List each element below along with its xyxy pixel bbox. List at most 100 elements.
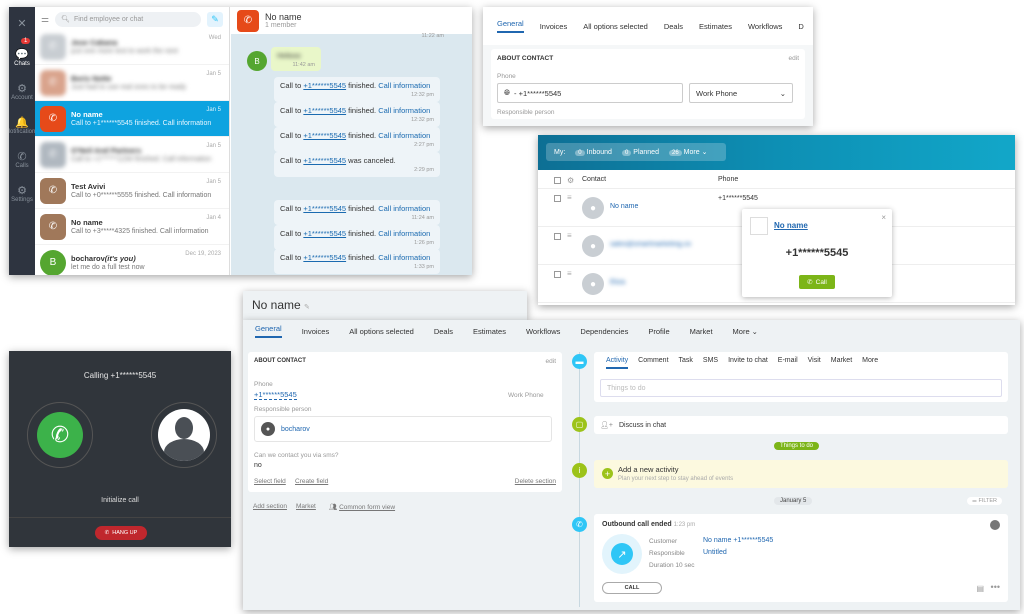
rail-item[interactable]: 💬 Chats [9,41,35,75]
tab-general[interactable]: General [255,324,282,338]
activity-tab-task[interactable]: Task [679,357,693,369]
tab-estimates[interactable]: Estimates [473,327,506,336]
popup-number: +1******5545 [785,247,849,259]
chat-list-item[interactable]: ✆ Test Avivi Call to +0******5555 finished… [35,173,229,209]
menu-icon[interactable]: ≡ [567,193,572,202]
popup-contact-name[interactable]: No name [774,221,808,230]
comment-icon[interactable]: ▤ [976,584,984,593]
menu-icon[interactable]: ≡ [567,269,572,278]
phone-number-link[interactable]: +1******5545 [303,131,346,140]
things-to-do-input[interactable]: Things to do [600,379,1002,397]
edit-icon[interactable]: ✎ [304,304,310,311]
tab-workflows[interactable]: Workflows [748,22,782,31]
call-information-link[interactable]: Call information [378,81,430,90]
tab-estimates[interactable]: Estimates [699,22,732,31]
tab-invoices[interactable]: Invoices [302,327,330,336]
hang-up-button[interactable]: ✆ HANG UP [95,526,147,540]
my-label: My: [554,148,566,156]
activity-tab-market[interactable]: Market [831,357,852,369]
tab-dependencies[interactable]: Dependencies [580,327,628,336]
filter-icon[interactable]: ⚌ [41,14,49,25]
call-information-link[interactable]: Call information [378,253,430,262]
call-button[interactable]: ✆ Call [799,275,835,289]
row-checkbox[interactable] [554,195,561,202]
call-information-link[interactable]: Call information [378,131,430,140]
filter-inbound[interactable]: 0 Inbound [575,149,612,156]
contact-phone[interactable]: +1******5545 [718,195,758,202]
phone-number-link[interactable]: +1******5545 [303,156,346,165]
contact-name[interactable]: Eliza [610,279,625,286]
chat-list-item[interactable]: ✆ No name Call to +3*****4325 finished. Ca… [35,209,229,245]
phone-type-select[interactable]: Work Phone ⌄ [689,83,793,103]
row-checkbox[interactable] [554,271,561,278]
menu-icon[interactable]: ≡ [567,231,572,240]
create-field-link[interactable]: Create field [295,478,328,485]
activity-tab-invite-to-chat[interactable]: Invite to chat [728,357,768,369]
delete-section-link[interactable]: Delete section [515,478,556,485]
tab-d[interactable]: D [798,22,803,31]
phone-value[interactable]: +1******5545 [254,390,297,400]
activity-tab-comment[interactable]: Comment [638,357,668,369]
tab-bar: General Invoices All options selected Deals… [483,7,813,45]
rail-item[interactable]: ⚙ Account [9,75,35,109]
phone-input[interactable]: 🌐︎ - +1******5545 [497,83,683,103]
phone-number-link[interactable]: +1******5545 [303,229,346,238]
activity-tab-visit[interactable]: Visit [808,357,821,369]
tab-more[interactable]: More [733,327,750,336]
chat-list-item[interactable]: ✆ Boris Notte Just had to use real ones to… [35,65,229,101]
rail-item[interactable]: ⚙ Settings [9,177,35,211]
tab-deals[interactable]: Deals [434,327,453,336]
edit-link[interactable]: edit [789,55,799,62]
close-icon[interactable]: × [881,213,886,222]
row-checkbox[interactable] [554,233,561,240]
call-information-link[interactable]: Call information [378,204,430,213]
rail-item[interactable]: 🔔Notifications [9,109,38,143]
phone-number-link[interactable]: +1******5545 [303,204,346,213]
discuss-in-chat[interactable]: 👤︎+ Discuss in chat [594,416,1008,434]
tab-all-options-selected[interactable]: All options selected [349,327,414,336]
activity-tab-activity[interactable]: Activity [606,357,629,369]
market-link[interactable]: Market [296,503,316,510]
phone-number-link[interactable]: +1******5545 [303,106,346,115]
tab-workflows[interactable]: Workflows [526,327,560,336]
select-field-link[interactable]: Select field [254,478,286,485]
more-icon[interactable]: ••• [991,582,1000,592]
filter-more[interactable]: 26 More ⌄ [668,148,707,156]
rail-item[interactable]: ✆ Calls [9,143,35,177]
activity-tab-e-mail[interactable]: E-mail [778,357,798,369]
select-all-checkbox[interactable] [554,177,561,184]
responsible-value[interactable]: Untitled [703,549,727,556]
rail-item[interactable]: ✕ [9,7,35,41]
tab-general[interactable]: General [497,19,524,33]
edit-link[interactable]: edit [546,358,556,365]
filter-button[interactable]: ⚌ FILTER [967,497,1003,505]
call-information-link[interactable]: Call information [378,106,430,115]
activity-tab-sms[interactable]: SMS [703,357,718,369]
tab-deals[interactable]: Deals [664,22,683,31]
tab-all-options-selected[interactable]: All options selected [583,22,648,31]
chat-list-item[interactable]: ✆ Jose Cabana just one more test to work t… [35,29,229,65]
tab-profile[interactable]: Profile [648,327,669,336]
activity-tab-more[interactable]: More [862,357,878,369]
chat-list-item[interactable]: Bbocharov(it's you) let me do a full test… [35,245,229,275]
contact-name[interactable]: No name [610,203,638,210]
call-information-link[interactable]: Call information [378,229,430,238]
chat-list-item[interactable]: ✆ O'Neil And Partners Call to +1******1234… [35,137,229,173]
filter-planned[interactable]: 0 Planned [621,149,659,156]
responsible-person[interactable]: ● bocharov [254,416,552,442]
search-input[interactable]: 🔍︎ Find employee or chat [55,11,201,27]
new-chat-button[interactable]: ✎ [207,11,223,27]
common-form-view[interactable]: 👥︎ Common form view [329,503,395,511]
tab-market[interactable]: Market [690,327,713,336]
call-button[interactable]: CALL [602,582,662,594]
phone-number-link[interactable]: +1******5545 [303,81,346,90]
gear-icon[interactable]: ⚙ [567,176,574,185]
chat-list-item[interactable]: ✆ No name Call to +1******5545 finished. C… [35,101,229,137]
contact-name[interactable]: sales@smartmarketing.co [610,241,691,248]
tab-invoices[interactable]: Invoices [540,22,568,31]
person-icon [158,409,210,461]
customer-value[interactable]: No name +1******5545 [703,537,773,544]
add-section-link[interactable]: Add section [253,503,287,510]
phone-number-link[interactable]: +1******5545 [303,253,346,262]
add-activity-card[interactable]: + Add a new activity Plan your next step… [594,460,1008,488]
